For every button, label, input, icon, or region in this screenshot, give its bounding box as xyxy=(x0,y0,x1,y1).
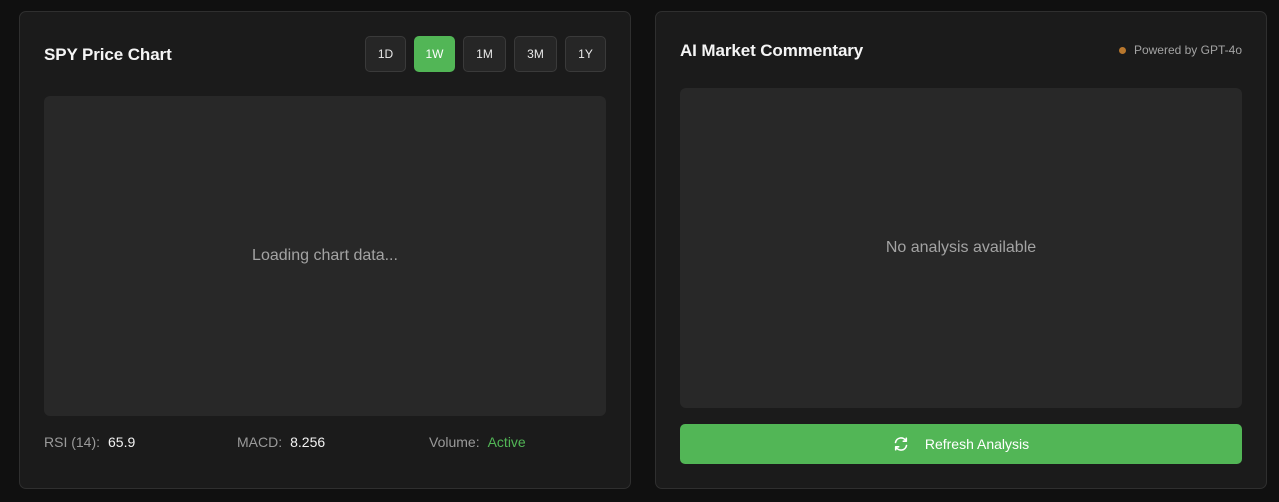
analysis-area: No analysis available xyxy=(680,88,1242,408)
range-button-1y[interactable]: 1Y xyxy=(565,36,606,72)
volume-value: Active xyxy=(487,434,526,450)
powered-by-badge: Powered by GPT-4o xyxy=(1118,43,1242,57)
rsi-stat: RSI (14): 65.9 xyxy=(44,434,135,450)
status-dot-icon xyxy=(1118,46,1126,54)
range-button-1w[interactable]: 1W xyxy=(414,36,455,72)
range-button-1m[interactable]: 1M xyxy=(463,36,506,72)
chart-loading-text: Loading chart data... xyxy=(252,247,398,264)
macd-stat: MACD: 8.256 xyxy=(237,434,325,450)
range-button-3m[interactable]: 3M xyxy=(514,36,557,72)
macd-label: MACD: xyxy=(237,434,283,450)
refresh-analysis-label: Refresh Analysis xyxy=(924,436,1030,452)
refresh-icon xyxy=(893,436,909,452)
volume-label: Volume: xyxy=(429,434,480,450)
refresh-analysis-button[interactable]: Refresh Analysis xyxy=(680,424,1242,464)
analysis-empty-text: No analysis available xyxy=(885,239,1037,256)
chart-area: Loading chart data... xyxy=(44,96,606,416)
chart-title: SPY Price Chart xyxy=(44,45,172,64)
macd-value: 8.256 xyxy=(290,434,326,450)
ai-commentary-panel: AI Market Commentary Powered by GPT-4o N… xyxy=(655,11,1267,489)
time-range-selector: 1D 1W 1M 3M 1Y xyxy=(365,36,606,72)
price-chart-panel: SPY Price Chart 1D 1W 1M 3M 1Y Loading c… xyxy=(19,11,631,489)
rsi-value: 65.9 xyxy=(108,434,136,450)
commentary-title: AI Market Commentary xyxy=(680,41,864,60)
rsi-label: RSI (14): xyxy=(44,434,101,450)
range-button-1d[interactable]: 1D xyxy=(365,36,406,72)
powered-by-text: Powered by GPT-4o xyxy=(1133,43,1242,57)
volume-stat: Volume: Active xyxy=(429,434,526,450)
